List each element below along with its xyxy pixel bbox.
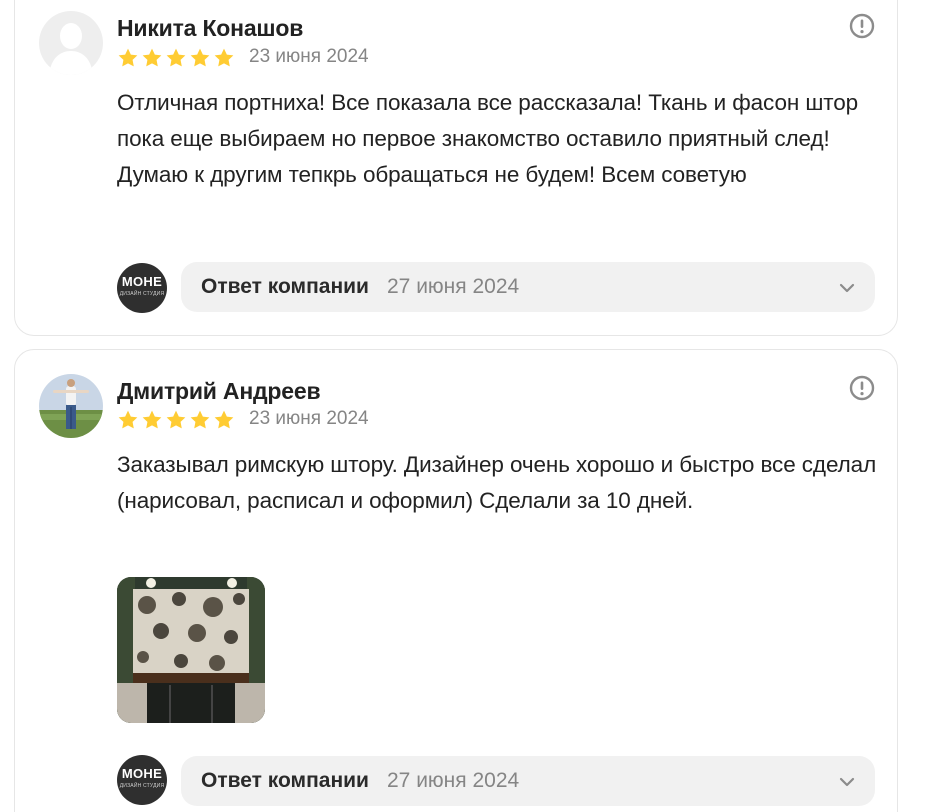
company-reply-toggle[interactable]: Ответ компании 27 июня 2024: [181, 756, 875, 806]
star-icon: [142, 48, 162, 67]
company-logo: MOHE ДИЗАЙН СТУДИЯ: [117, 755, 167, 805]
review-text: Отличная портниха! Все показала все расс…: [117, 90, 859, 187]
review-card: Дмитрий Андреев 23 июня 2024 Заказывал р…: [14, 349, 898, 812]
star-icon: [166, 48, 186, 67]
author-photo-avatar: [39, 374, 103, 438]
star-icon: [118, 410, 138, 429]
company-logo-subtitle: ДИЗАЙН СТУДИЯ: [119, 291, 165, 297]
review-text: Заказывал римскую штору. Дизайнер очень …: [117, 452, 877, 513]
chevron-down-icon: [839, 283, 855, 293]
author-name[interactable]: Никита Конашов: [117, 15, 303, 42]
star-icon: [190, 410, 210, 429]
roman-blind-photo: [117, 577, 265, 723]
reply-date: 27 июня 2024: [387, 275, 520, 298]
author-name[interactable]: Дмитрий Андреев: [117, 378, 321, 405]
reply-date: 27 июня 2024: [387, 769, 520, 792]
star-icon: [214, 410, 234, 429]
star-icon: [190, 48, 210, 67]
review-card: Никита Конашов 23 июня 2024 Отличная пор…: [14, 0, 898, 336]
company-reply-toggle[interactable]: Ответ компании 27 июня 2024: [181, 262, 875, 312]
chevron-down-icon: [839, 777, 855, 787]
star-icon: [142, 410, 162, 429]
reply-label: Ответ компании: [201, 275, 369, 298]
star-icon: [118, 48, 138, 67]
exclamation-circle-icon[interactable]: [849, 13, 875, 39]
reply-label: Ответ компании: [201, 769, 369, 792]
star-icon: [214, 48, 234, 67]
star-icon: [166, 410, 186, 429]
review-photo[interactable]: [117, 577, 265, 723]
company-logo: MOHE ДИЗАЙН СТУДИЯ: [117, 263, 167, 313]
review-date: 23 июня 2024: [249, 408, 369, 429]
default-avatar-icon: [39, 11, 103, 75]
author-avatar[interactable]: [39, 374, 103, 438]
company-logo-subtitle: ДИЗАЙН СТУДИЯ: [119, 783, 165, 789]
company-logo-text: MOHE: [121, 274, 163, 289]
exclamation-circle-icon[interactable]: [849, 375, 875, 401]
rating-stars: [117, 47, 235, 69]
reviews-page: Никита Конашов 23 июня 2024 Отличная пор…: [0, 0, 942, 812]
review-date: 23 июня 2024: [249, 46, 369, 67]
author-avatar[interactable]: [39, 11, 103, 75]
rating-stars: [117, 409, 235, 431]
company-logo-text: MOHE: [121, 766, 163, 781]
